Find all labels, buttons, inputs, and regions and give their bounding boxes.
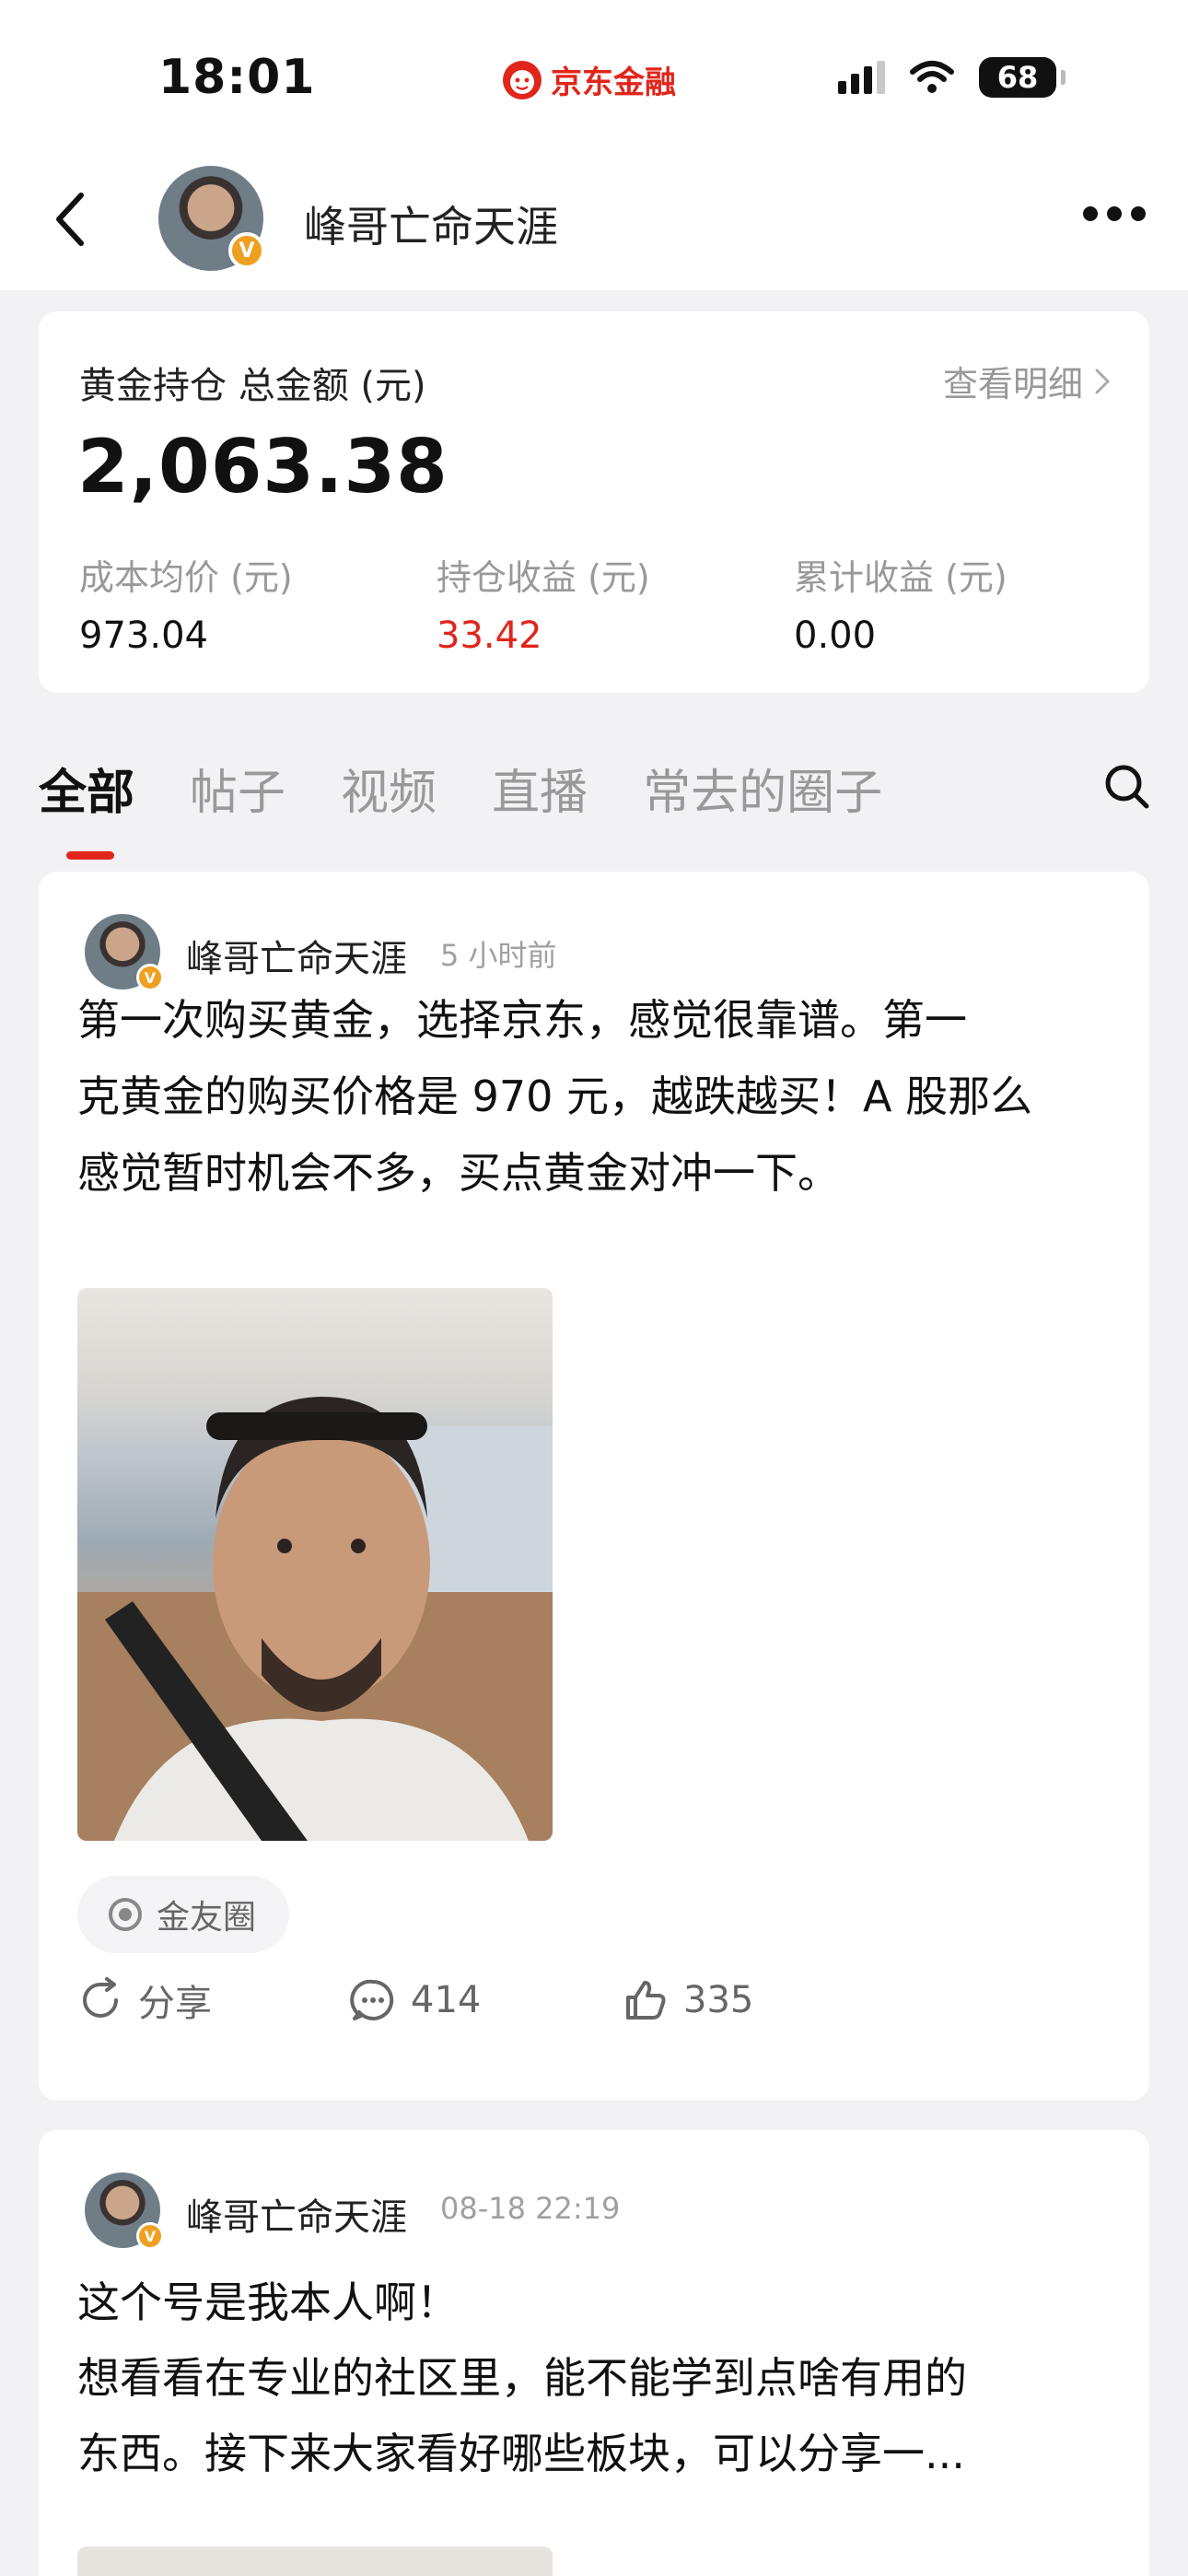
share-icon	[83, 1977, 118, 2018]
search-icon[interactable]	[1101, 761, 1153, 813]
circle-tag-label: 金友圈	[157, 1899, 257, 1937]
post-actions: 分享 414 335	[77, 1973, 753, 2027]
tab-live[interactable]: 直播	[492, 754, 588, 823]
comment-count: 414	[411, 1979, 482, 2021]
post-photo[interactable]	[77, 1288, 553, 1841]
post-text-line: 想看看在专业的社区里，能不能学到点啥有用的	[77, 2353, 967, 2403]
total-amount: 2,063.38	[77, 424, 448, 509]
post-time: 5 小时前	[440, 938, 557, 973]
stat-label: 累计收益 (元)	[794, 557, 1007, 598]
like-button[interactable]: 335	[623, 1973, 753, 2027]
post-avatar[interactable]: V	[85, 2172, 164, 2250]
post-avatar[interactable]: V	[85, 914, 164, 991]
stat-value: 0.00	[794, 615, 877, 657]
stat-value: 33.42	[437, 615, 542, 657]
cumulative-profit-stat: 累计收益 (元) 0.00	[794, 549, 1007, 657]
post-text-line: 东西。接下来大家看好哪些板块，可以分享一...	[77, 2429, 965, 2478]
selfie-photo-image	[77, 1397, 553, 1841]
wifi-icon	[910, 61, 954, 93]
holding-profit-stat: 持仓收益 (元) 33.42	[437, 549, 650, 657]
post-text-line: 第一次购买黄金，选择京东，感觉很靠谱。第一	[77, 995, 967, 1045]
thumbs-up-icon	[626, 1981, 666, 2020]
post-text-line: 感觉暂时机会不多，买点黄金对冲一下。	[77, 1148, 840, 1198]
more-dots-icon[interactable]	[1083, 206, 1146, 221]
content-tabs: 全部 帖子 视频 直播 常去的圈子	[39, 754, 882, 860]
tab-posts[interactable]: 帖子	[190, 754, 285, 823]
post-text-line: 克黄金的购买价格是 970 元，越跌越买！A 股那么	[77, 1071, 1033, 1121]
post-text-line: 这个号是我本人啊！	[77, 2277, 459, 2327]
post-text[interactable]: 这个号是我本人啊！ 想看看在专业的社区里，能不能学到点啥有用的 东西。接下来大家…	[77, 2265, 1127, 2491]
post-author[interactable]: 峰哥亡命天涯	[186, 2187, 407, 2241]
avg-cost-stat: 成本均价 (元) 973.04	[79, 549, 293, 657]
view-details-label: 查看明细	[942, 364, 1083, 404]
stat-label: 持仓收益 (元)	[437, 557, 650, 598]
gold-holdings-card: 黄金持仓 总金额 (元) 查看明细 2,063.38 成本均价 (元) 973.…	[39, 311, 1149, 693]
verified-badge-icon: V	[228, 232, 265, 269]
share-label: 分享	[138, 1983, 212, 2025]
view-details-link[interactable]: 查看明细	[943, 356, 1112, 406]
chevron-right-icon	[1095, 369, 1111, 393]
back-arrow-icon[interactable]	[41, 182, 105, 256]
jd-finance-logo-icon	[503, 60, 542, 100]
stat-value: 973.04	[79, 615, 208, 657]
post-author[interactable]: 峰哥亡命天涯	[186, 929, 407, 982]
stat-label: 成本均价 (元)	[79, 557, 293, 598]
post-card[interactable]: V 峰哥亡命天涯 08-18 22:19 这个号是我本人啊！ 想看看在专业的社区…	[39, 2130, 1149, 2576]
post-photo[interactable]	[77, 2547, 553, 2576]
brand-label: 京东金融	[501, 57, 676, 102]
post-text[interactable]: 第一次购买黄金，选择京东，感觉很靠谱。第一 克黄金的购买价格是 970 元，越跌…	[77, 982, 1127, 1212]
circle-tag[interactable]: 金友圈	[77, 1876, 290, 1953]
profile-name: 峰哥亡命天涯	[304, 202, 558, 252]
battery-icon: 68	[979, 57, 1066, 98]
status-bar: 18:01 京东金融 68	[0, 0, 1188, 157]
profile-header: V 峰哥亡命天涯	[0, 157, 1188, 290]
comment-icon	[350, 1979, 394, 2020]
comment-button[interactable]: 414	[350, 1973, 623, 2027]
signal-icon	[838, 61, 885, 94]
brand-name: 京东金融	[551, 64, 676, 101]
holdings-title: 黄金持仓 总金额 (元)	[79, 365, 426, 407]
verified-badge-icon: V	[136, 2222, 164, 2250]
tab-frequent-circles[interactable]: 常去的圈子	[643, 754, 882, 823]
share-button[interactable]: 分享	[77, 1973, 350, 2027]
avatar[interactable]: V	[158, 166, 265, 271]
post-time: 08-18 22:19	[440, 2191, 621, 2226]
tab-all[interactable]: 全部	[39, 754, 134, 860]
post-card[interactable]: V 峰哥亡命天涯 5 小时前 第一次购买黄金，选择京东，感觉很靠谱。第一 克黄金…	[39, 872, 1149, 2101]
like-count: 335	[683, 1979, 754, 2021]
status-time: 18:01	[158, 50, 316, 105]
circle-target-icon	[109, 1898, 142, 1931]
tab-videos[interactable]: 视频	[341, 754, 437, 823]
